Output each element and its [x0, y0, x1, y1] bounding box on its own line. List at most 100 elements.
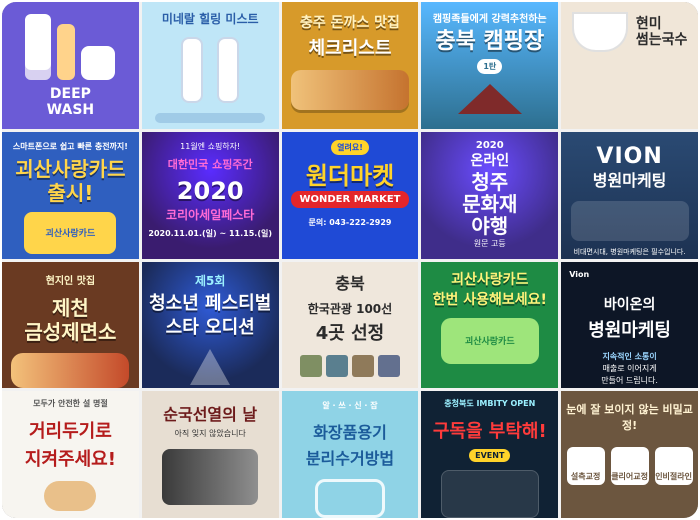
tour-title-2: 한국관광 100선 [307, 301, 393, 316]
goesan2-title-1: 괴산사랑카드 [451, 271, 529, 288]
mist-title: 미네랄 힐링 미스트 [161, 12, 259, 26]
tile-deep-wash[interactable]: DEEP WASH [2, 2, 139, 129]
tour-photo-1 [299, 354, 322, 377]
goesan-sub: 스마트폰으로 쉽고 빠른 충전까지! [12, 141, 128, 151]
goesan-title-1: 괴산사랑카드 [15, 156, 126, 181]
sale-title-4: 코리아세일페스타 [166, 207, 255, 222]
hospital-sub-1: 지속적인 소통이 [602, 351, 657, 361]
deep-wash-line-1: DEEP [49, 86, 91, 102]
goesan2-card: 괴산사랑카드 [440, 317, 539, 364]
tent-icon [457, 84, 522, 114]
distance-sub: 모두가 안전한 설 명절 [33, 399, 108, 409]
train-illustration [162, 449, 259, 506]
deep-wash-line-2: WASH [46, 102, 95, 118]
braces-option-2-label: 클리어교정 [611, 472, 648, 482]
sale-title-1: 11월엔 쇼핑하자! [180, 141, 241, 151]
vion-people [570, 200, 689, 241]
heritage-year: 2020 [475, 139, 504, 151]
tile-chungju-food[interactable]: 충주 돈까스 맛집 체크리스트 [281, 2, 419, 129]
camping-sub: 1탄 [477, 59, 503, 74]
tile-braces[interactable]: 눈에 잘 보이지 않는 비밀교정! 설측교정 클리어교정 인비절라인 [561, 391, 698, 518]
mist-bottle-right [217, 37, 240, 103]
mist-info-bar [155, 113, 266, 123]
tile-subscribe[interactable]: 충청북도 IMBITY OPEN 구독을 부탁해! EVENT [421, 391, 559, 518]
tour-photo-3 [351, 354, 374, 377]
jecheon-title-4: 금성제면소 [24, 319, 117, 344]
tour-photo-2 [325, 354, 348, 377]
distance-title-1: 거리두기로 [28, 421, 112, 443]
tile-distance[interactable]: 모두가 안전한 설 명절 거리두기로 지켜주세요! [2, 391, 139, 518]
tile-camping[interactable]: 캠핑족들에게 강력추천하는 충북 캠핑장 1탄 [421, 2, 559, 129]
mist-bottle-left [181, 37, 204, 103]
sale-date: 2020.11.01.(일) ~ 11.15.(일) [148, 228, 272, 238]
tile-goesan-card-1[interactable]: 스마트폰으로 쉽고 빠른 충전까지! 괴산사랑카드 출시! 괴산사랑카드 [2, 131, 139, 259]
goesan-title-2: 출시! [47, 180, 94, 205]
cosmetics-title-1: 화장품용기 [313, 423, 387, 443]
braces-option-3-label: 인비절라인 [655, 472, 692, 482]
subscribe-badge: EVENT [469, 449, 511, 463]
wonder-subtitle: WONDER MARKET [291, 190, 409, 208]
tile-hospital-marketing[interactable]: Vion 바이온의 병원마케팅 지속적인 소통이 매출로 이어지게 만들어 드립… [561, 261, 698, 389]
distance-title-2: 지켜주세요! [24, 449, 116, 471]
tile-youth-festival[interactable]: 제5회 청소년 페스티벌 스타 오디션 [141, 261, 279, 389]
tour-title-1: 충북 [335, 273, 365, 293]
noodle-plate [11, 352, 130, 389]
sale-title-2: 대한민국 쇼핑주간 [167, 157, 253, 171]
phone-screen [440, 470, 539, 518]
camping-title-2: 충북 캠핑장 [435, 29, 545, 54]
jecheon-title-2: 맛집 [76, 275, 96, 287]
food-plate [290, 70, 409, 110]
tile-jecheon-food[interactable]: 현지인 맛집 제천 금성제면소 [2, 261, 139, 389]
tile-patriots-day[interactable]: 순국선열의 날 아직 잊지 않았습니다 [141, 391, 279, 518]
wonder-contact: 문의: 043-222-2929 [308, 217, 392, 227]
heritage-night: 야행 [471, 213, 509, 238]
tile-goesan-card-2[interactable]: 괴산사랑카드 한번 사용해보세요! 괴산사랑카드 [421, 261, 559, 389]
jar [81, 46, 116, 80]
wonder-badge: 열려요! [331, 139, 369, 155]
spotlight-icon [190, 348, 231, 385]
cosmetics-title-2: 분리수거방법 [305, 449, 395, 469]
braces-option-2: 클리어교정 [610, 447, 649, 486]
tile-mineral-mist[interactable]: 미네랄 힐링 미스트 [141, 2, 279, 129]
festival-title-3: 스타 오디션 [165, 316, 255, 338]
tile-chungbuk-tour[interactable]: 충북 한국관광 100선 4곳 선정 [281, 261, 419, 389]
tour-title-3: 4곳 선정 [315, 322, 385, 344]
wonder-title: 원더마켓 [305, 161, 395, 190]
tile-cosmetics[interactable]: 알 · 쓰 · 신 · 잡 화장품용기 분리수거방법 [281, 391, 419, 518]
cosmetics-kicker: 알 · 쓰 · 신 · 잡 [322, 401, 378, 411]
subscribe-kicker: 충청북도 IMBITY OPEN [444, 399, 536, 409]
tile-wonder-market[interactable]: 열려요! 원더마켓 WONDER MARKET 문의: 043-222-2929 [281, 131, 419, 259]
heritage-sub: 원문 고등 [473, 238, 506, 248]
image-frame: DEEP WASH 미네랄 힐링 미스트 충주 돈까스 맛집 체크리스트 캠핑족… [2, 2, 698, 518]
goesan-card: 괴산사랑카드 [24, 211, 117, 254]
tile-vion[interactable]: VION 병원마케팅 비대면시대, 병원마케팅은 필수입니다. [561, 131, 698, 259]
tile-brown-rice[interactable]: 현미 썸는국수 [561, 2, 698, 129]
patriots-sub: 아직 잊지 않았습니다 [174, 429, 246, 439]
character-icon [44, 481, 97, 512]
festival-title-1: 제5회 [194, 273, 226, 288]
tile-korea-sale[interactable]: 11월엔 쇼핑하자! 대한민국 쇼핑주간 2020 코리아세일페스타 2020.… [141, 131, 279, 259]
heritage-city: 청주 [471, 169, 509, 194]
braces-option-3: 인비절라인 [654, 447, 693, 486]
camping-title-1: 캠핑족들에게 강력추천하는 [432, 14, 547, 25]
chungju-title-2: 체크리스트 [308, 38, 392, 59]
hospital-sub-2: 매출로 이어지게 [602, 363, 657, 373]
sale-year: 2020 [176, 176, 244, 205]
bottle-2 [57, 24, 76, 80]
vion-sub: 비대면시대, 병원마케팅은 필수입니다. [573, 247, 686, 256]
bottle-1 [25, 14, 52, 80]
jecheon-title-3: 제천 [51, 295, 89, 320]
festival-title-2: 청소년 페스티벌 [149, 292, 272, 314]
hospital-title-3: 병원마케팅 [588, 319, 671, 341]
jecheon-title-1: 현지인 [45, 275, 74, 287]
bottle-outline-icon [314, 479, 385, 518]
chungju-title-1: 충주 돈까스 맛집 [300, 15, 400, 31]
braces-option-1-label: 설측교정 [570, 472, 601, 482]
patriots-title: 순국선열의 날 [163, 405, 258, 425]
braces-option-1: 설측교정 [566, 447, 605, 486]
tile-online-heritage[interactable]: 2020 온라인 청주 문화재 야행 원문 고등 [421, 131, 559, 259]
brown-rice-title-2: 썸는국수 [635, 32, 688, 48]
hospital-brand: Vion [569, 269, 590, 279]
bowl-icon [571, 12, 628, 52]
braces-title: 눈에 잘 보이지 않는 비밀교정! [566, 403, 693, 433]
